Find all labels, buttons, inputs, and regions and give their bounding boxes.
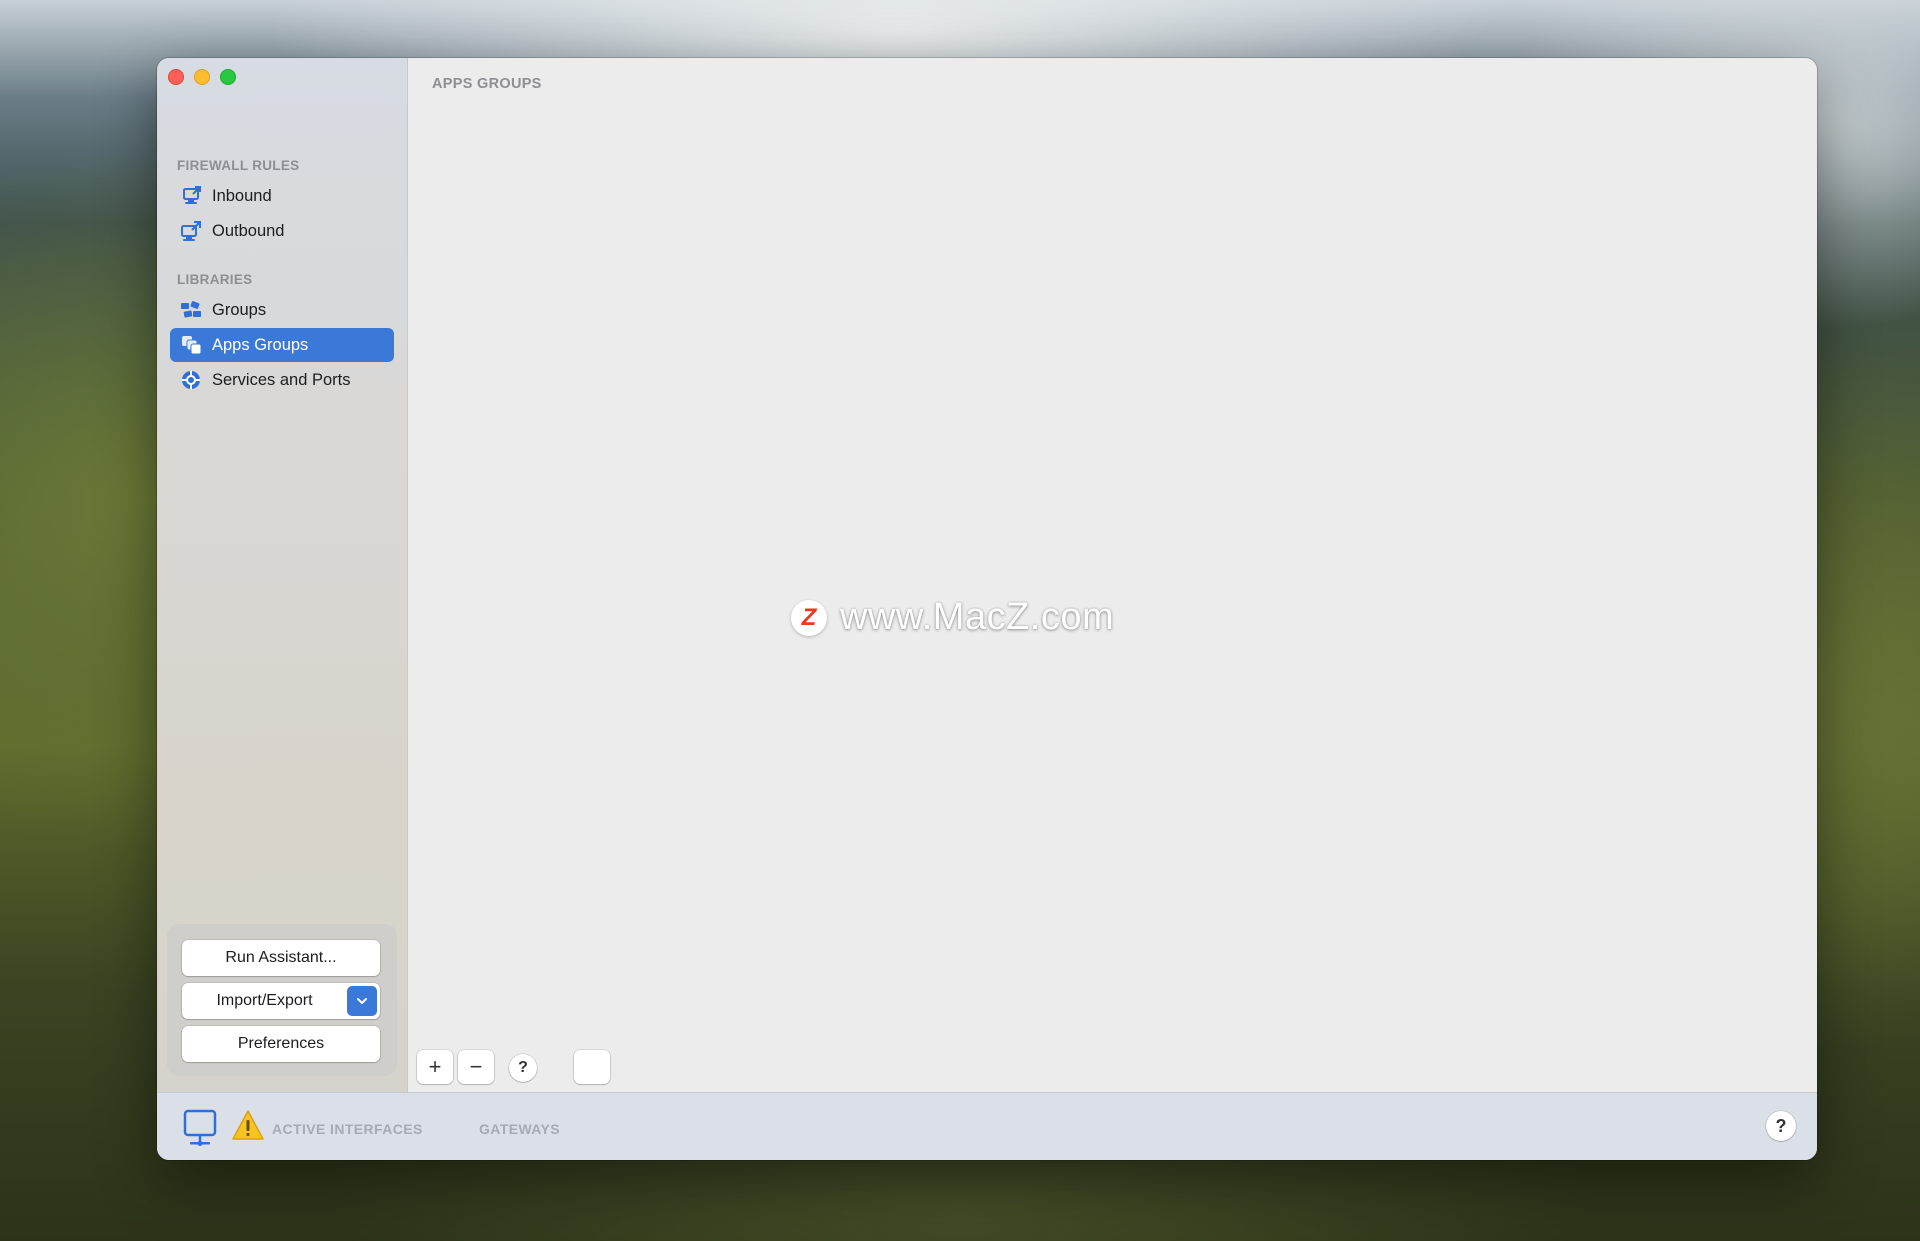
sidebar-item-label: Inbound xyxy=(212,186,272,205)
sidebar-item-label: Services and Ports xyxy=(212,370,351,389)
import-export-button[interactable]: Import/Export xyxy=(182,983,380,1019)
watermark: Z www.MacZ.com xyxy=(791,596,1114,639)
sidebar-item-services-and-ports[interactable]: Services and Ports xyxy=(170,363,394,397)
main-content: APPS GROUPS Z www.MacZ.com xyxy=(408,58,1817,1092)
active-interfaces-label[interactable]: ACTIVE INTERFACES xyxy=(272,1121,423,1137)
watermark-text: www.MacZ.com xyxy=(840,596,1115,638)
close-window-button[interactable] xyxy=(168,69,184,85)
sidebar-item-label: Groups xyxy=(212,300,267,319)
sidebar-item-label: Apps Groups xyxy=(212,335,309,354)
gateways-label[interactable]: GATEWAYS xyxy=(479,1121,560,1137)
sidebar-item-groups[interactable]: Groups xyxy=(170,293,394,327)
sidebar: FIREWALL RULES Inbound Outbound LIBRARIE… xyxy=(157,58,408,1092)
remove-button[interactable]: − xyxy=(458,1050,494,1084)
chevron-down-icon[interactable] xyxy=(347,986,377,1016)
services-ports-icon xyxy=(180,369,202,391)
monitor-icon[interactable] xyxy=(183,1109,217,1152)
warning-icon xyxy=(231,1109,265,1146)
sidebar-item-inbound[interactable]: Inbound xyxy=(170,179,394,213)
status-bar: ACTIVE INTERFACES GATEWAYS ? xyxy=(157,1092,1817,1160)
groups-icon xyxy=(180,299,202,321)
apps-groups-icon xyxy=(180,334,202,356)
sidebar-item-outbound[interactable]: Outbound xyxy=(170,214,394,248)
minimize-window-button[interactable] xyxy=(194,69,210,85)
section-title-libraries: LIBRARIES xyxy=(177,272,253,287)
outbound-icon xyxy=(180,220,202,242)
watermark-logo: Z xyxy=(791,599,827,636)
preferences-button[interactable]: Preferences xyxy=(182,1026,380,1062)
sidebar-item-label: Outbound xyxy=(212,221,285,240)
import-export-label: Import/Export xyxy=(216,992,313,1009)
status-help-button[interactable]: ? xyxy=(1766,1111,1796,1141)
run-assistant-button[interactable]: Run Assistant... xyxy=(182,940,380,976)
inbound-icon xyxy=(180,185,202,207)
app-window: FIREWALL RULES Inbound Outbound LIBRARIE… xyxy=(157,58,1817,1160)
section-title-firewall-rules: FIREWALL RULES xyxy=(177,158,300,173)
help-button[interactable]: ? xyxy=(509,1054,537,1082)
sidebar-item-apps-groups[interactable]: Apps Groups xyxy=(170,328,394,362)
maximize-window-button[interactable] xyxy=(220,69,236,85)
page-title: APPS GROUPS xyxy=(432,76,542,92)
add-button[interactable]: + xyxy=(417,1050,453,1084)
